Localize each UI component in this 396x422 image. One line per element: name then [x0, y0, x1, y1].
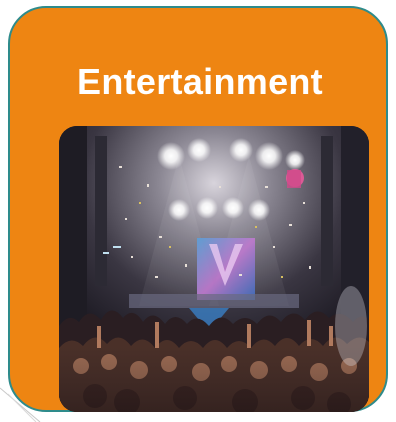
concert-photo	[59, 126, 369, 412]
page: Entertainment	[0, 0, 396, 422]
entertainment-card[interactable]: Entertainment	[8, 6, 388, 412]
concert-photo-icon	[59, 126, 369, 412]
card-title: Entertainment	[77, 61, 323, 102]
